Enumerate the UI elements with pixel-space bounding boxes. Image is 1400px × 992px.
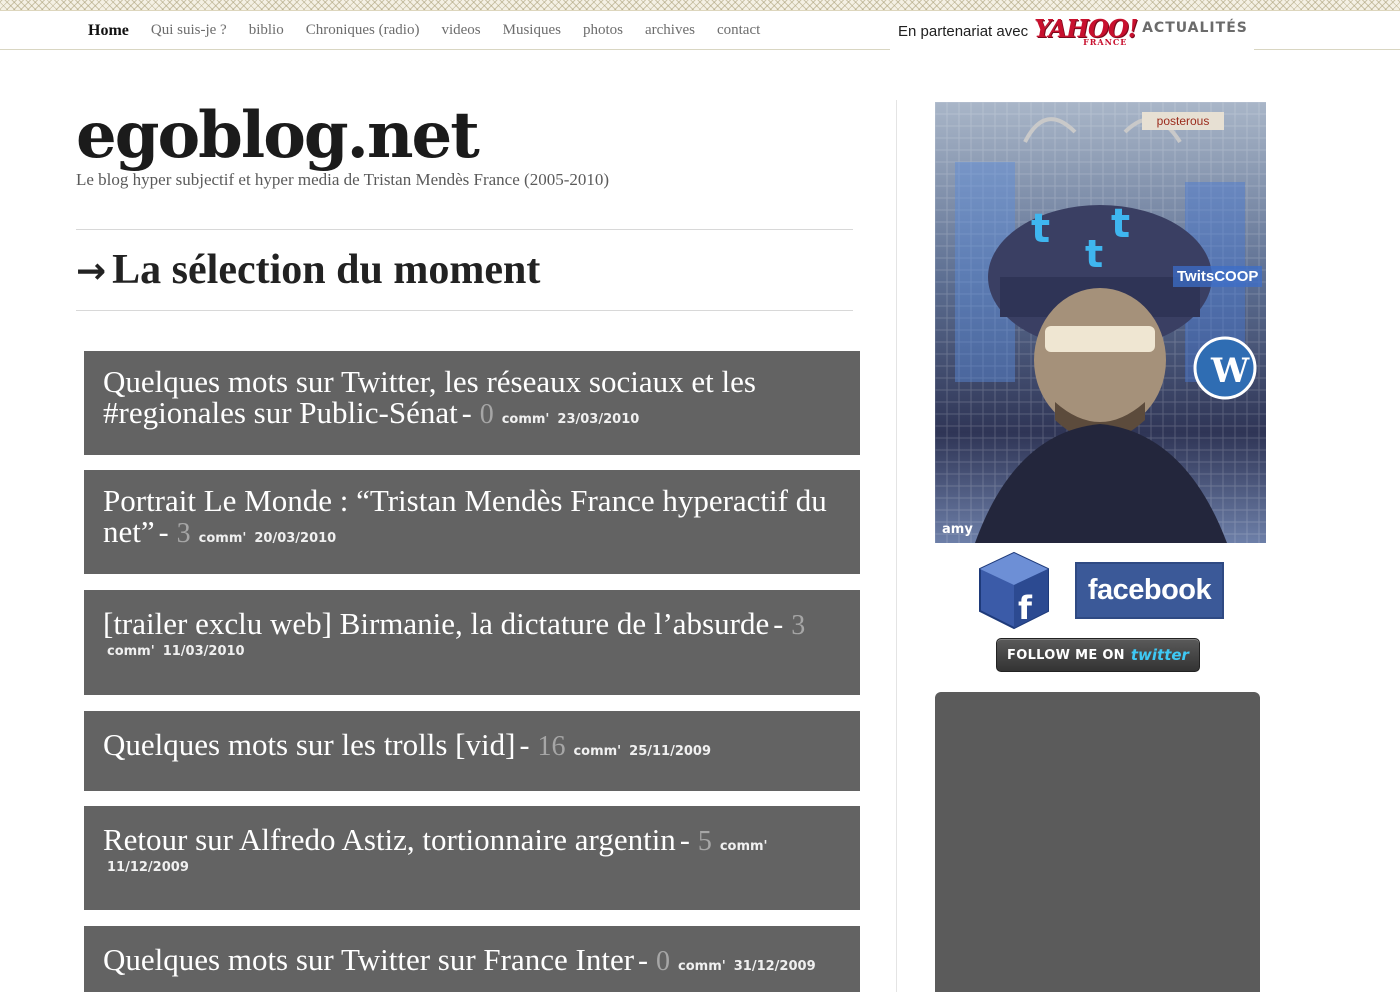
divider-bottom bbox=[76, 310, 853, 311]
post-comment-count[interactable]: 3 bbox=[791, 610, 805, 641]
post-date: 31/12/2009 bbox=[733, 959, 816, 974]
nav-item-videos[interactable]: videos bbox=[441, 22, 480, 39]
section-heading-text: La sélection du moment bbox=[112, 247, 541, 293]
follow-twitter-button[interactable]: FOLLOW ME ON twitter bbox=[996, 638, 1200, 672]
nav-item-qui-suis-je[interactable]: Qui suis-je ? bbox=[151, 22, 227, 39]
post-title[interactable]: Quelques mots sur les trolls [vid] bbox=[103, 727, 515, 762]
post-title[interactable]: Quelques mots sur Twitter, les réseaux s… bbox=[103, 364, 756, 430]
nav-item-archives[interactable]: archives bbox=[645, 22, 695, 39]
post-date: 20/03/2010 bbox=[254, 531, 337, 546]
portrait-image[interactable]: t t t W posterous TwitsCOOP amy bbox=[935, 102, 1266, 543]
portrait-signature: amy bbox=[942, 522, 973, 537]
nav-item-contact[interactable]: contact bbox=[717, 22, 760, 39]
svg-text:W: W bbox=[1210, 351, 1250, 391]
partner-text: En partenariat avec bbox=[898, 23, 1029, 40]
arrow-right-icon: → bbox=[76, 251, 107, 292]
top-decorative-strip bbox=[0, 0, 1400, 11]
post-title[interactable]: Retour sur Alfredo Astiz, tortionnaire a… bbox=[103, 822, 676, 857]
post-comment-label: comm' bbox=[107, 644, 155, 659]
site-title[interactable]: egoblog.net bbox=[76, 96, 480, 176]
portrait-illustration: t t t W bbox=[935, 102, 1266, 543]
main-nav: Home Qui suis-je ? biblio Chroniques (ra… bbox=[88, 11, 760, 50]
nav-item-photos[interactable]: photos bbox=[583, 22, 623, 39]
post-comment-label: comm' bbox=[719, 839, 768, 854]
svg-text:t: t bbox=[1031, 206, 1050, 252]
post-separator: - bbox=[461, 397, 472, 430]
post-comment-count[interactable]: 5 bbox=[698, 826, 712, 857]
post-card[interactable]: Retour sur Alfredo Astiz, tortionnaire a… bbox=[84, 806, 860, 910]
sidebar-divider bbox=[896, 100, 897, 992]
post-date: 23/03/2010 bbox=[557, 412, 640, 427]
nav-item-musiques[interactable]: Musiques bbox=[503, 22, 561, 39]
post-comment-label: comm' bbox=[198, 531, 247, 546]
yahoo-logo: YAHOO! FRANCE bbox=[1034, 14, 1140, 50]
post-comment-label: comm' bbox=[501, 412, 550, 427]
posterous-badge: posterous bbox=[1142, 112, 1224, 130]
svg-text:f: f bbox=[1018, 589, 1033, 627]
post-separator: - bbox=[519, 729, 530, 762]
post-card[interactable]: Quelques mots sur Twitter, les réseaux s… bbox=[84, 351, 860, 455]
post-separator: - bbox=[679, 824, 690, 857]
partner-section-label: ACTUALITÉS bbox=[1142, 19, 1248, 36]
post-title[interactable]: Quelques mots sur Twitter sur France Int… bbox=[103, 942, 634, 977]
post-title[interactable]: [trailer exclu web] Birmanie, la dictatu… bbox=[103, 606, 769, 641]
post-comment-count[interactable]: 0 bbox=[656, 946, 670, 977]
post-comment-label: comm' bbox=[573, 744, 622, 759]
site-tagline: Le blog hyper subjectif et hyper media d… bbox=[76, 170, 610, 189]
svg-text:t: t bbox=[1085, 232, 1103, 276]
post-comment-count[interactable]: 3 bbox=[177, 518, 191, 549]
svg-text:t: t bbox=[1111, 201, 1130, 247]
post-separator: - bbox=[773, 608, 784, 641]
nav-item-home[interactable]: Home bbox=[88, 22, 129, 40]
post-date: 11/12/2009 bbox=[107, 860, 189, 875]
section-heading: → La sélection du moment bbox=[76, 242, 540, 300]
twitter-logo-icon: twitter bbox=[1130, 646, 1189, 664]
sidebar-widget-box bbox=[935, 692, 1260, 992]
nav-item-chroniques[interactable]: Chroniques (radio) bbox=[306, 22, 420, 39]
follow-twitter-text: FOLLOW ME ON bbox=[1007, 647, 1125, 663]
post-comment-count[interactable]: 0 bbox=[480, 399, 494, 430]
post-comment-label: comm' bbox=[678, 959, 726, 974]
yahoo-logo-sub: FRANCE bbox=[1083, 36, 1128, 47]
post-card[interactable]: Quelques mots sur les trolls [vid] - 16 … bbox=[84, 711, 860, 791]
post-date: 25/11/2009 bbox=[629, 744, 712, 759]
post-comment-count[interactable]: 16 bbox=[537, 731, 565, 762]
post-card[interactable]: Quelques mots sur Twitter sur France Int… bbox=[84, 926, 860, 992]
facebook-cube-icon[interactable]: f bbox=[978, 551, 1050, 630]
post-separator: - bbox=[638, 944, 649, 977]
post-card[interactable]: Portrait Le Monde : “Tristan Mendès Fran… bbox=[84, 470, 860, 574]
nav-item-biblio[interactable]: biblio bbox=[249, 22, 284, 39]
post-date: 11/03/2010 bbox=[162, 644, 245, 659]
facebook-button[interactable]: facebook bbox=[1075, 562, 1224, 619]
portrait-tag: TwitsCOOP bbox=[1173, 266, 1263, 287]
post-separator: - bbox=[158, 516, 169, 549]
facebook-cube-graphic: f bbox=[979, 551, 1049, 630]
divider-top bbox=[76, 229, 853, 230]
post-card[interactable]: [trailer exclu web] Birmanie, la dictatu… bbox=[84, 590, 860, 695]
partner-banner[interactable]: En partenariat avec YAHOO! FRANCE ACTUAL… bbox=[890, 11, 1254, 53]
